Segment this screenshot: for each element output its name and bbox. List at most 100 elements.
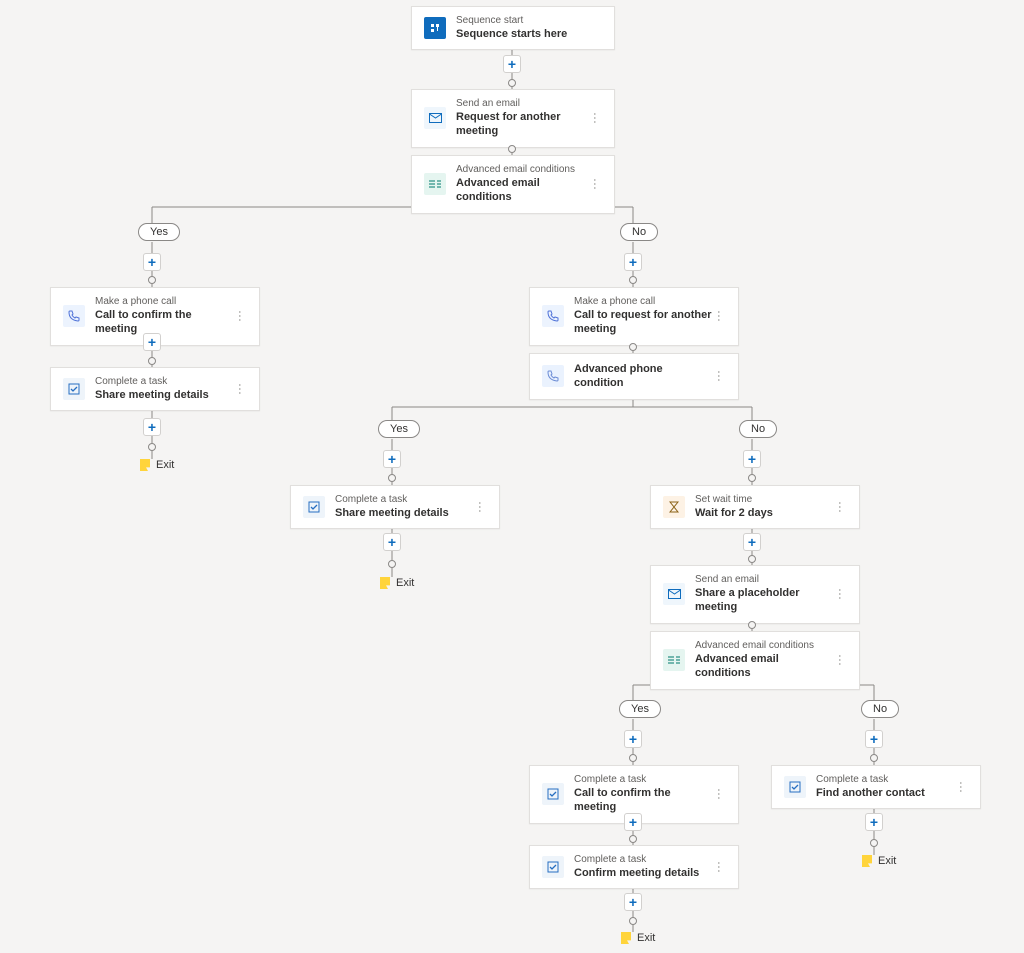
connector-dot [388,560,396,568]
node-title: Call to confirm the meeting [95,308,233,337]
email-condition-node[interactable]: Advanced email conditions Advanced email… [650,631,860,690]
more-menu-icon[interactable]: ⋯ [233,382,247,396]
add-step-button[interactable]: + [624,730,642,748]
connector-dot [870,754,878,762]
email-icon [424,107,446,129]
branch-no-label[interactable]: No [861,700,899,718]
hourglass-icon [663,496,685,518]
branch-yes-label[interactable]: Yes [378,420,420,438]
more-menu-icon[interactable]: ⋯ [473,500,487,514]
connector-dot [148,357,156,365]
task-node[interactable]: Complete a task Share meeting details ⋯ [290,485,500,529]
task-icon [63,378,85,400]
phone-call-node[interactable]: Make a phone call Call to request for an… [529,287,739,346]
add-step-button[interactable]: + [143,253,161,271]
more-menu-icon[interactable]: ⋯ [233,309,247,323]
more-menu-icon[interactable]: ⋯ [588,111,602,125]
add-step-button[interactable]: + [624,813,642,831]
task-node[interactable]: Complete a task Share meeting details ⋯ [50,367,260,411]
more-menu-icon[interactable]: ⋯ [712,309,726,323]
task-icon [542,856,564,878]
branch-no-label[interactable]: No [739,420,777,438]
node-subtitle: Set wait time [695,494,833,506]
send-email-node[interactable]: Send an email Share a placeholder meetin… [650,565,860,624]
exit-marker: Exit [621,932,655,944]
more-menu-icon[interactable]: ⋯ [712,860,726,874]
more-menu-icon[interactable]: ⋯ [712,369,726,383]
add-step-button[interactable]: + [624,253,642,271]
add-step-button[interactable]: + [143,333,161,351]
node-title: Wait for 2 days [695,506,833,520]
node-subtitle: Advanced email conditions [695,640,833,652]
add-step-button[interactable]: + [383,450,401,468]
phone-icon [542,305,564,327]
task-icon [784,776,806,798]
connector-dot [748,621,756,629]
more-menu-icon[interactable]: ⋯ [712,787,726,801]
connector-dot [148,443,156,451]
exit-flag-icon [380,577,390,589]
more-menu-icon[interactable]: ⋯ [588,177,602,191]
more-menu-icon[interactable]: ⋯ [833,500,847,514]
exit-marker: Exit [380,577,414,589]
phone-condition-icon [542,365,564,387]
node-subtitle: Complete a task [574,774,712,786]
node-title: Sequence starts here [456,27,602,41]
node-subtitle: Send an email [695,574,833,586]
condition-icon [663,649,685,671]
sequence-canvas: Sequence start Sequence starts here + Se… [0,0,1024,953]
send-email-node[interactable]: Send an email Request for another meetin… [411,89,615,148]
node-subtitle: Advanced email conditions [456,164,588,176]
node-subtitle: Complete a task [816,774,954,786]
node-subtitle: Complete a task [574,854,712,866]
connector-dot [870,839,878,847]
node-title: Call to request for another meeting [574,308,712,337]
add-step-button[interactable]: + [743,533,761,551]
connector-dot [629,754,637,762]
exit-flag-icon [621,932,631,944]
task-icon [542,783,564,805]
sequence-start-node[interactable]: Sequence start Sequence starts here [411,6,615,50]
exit-marker: Exit [140,459,174,471]
more-menu-icon[interactable]: ⋯ [833,653,847,667]
add-step-button[interactable]: + [865,813,883,831]
connector-dot [629,343,637,351]
branch-yes-label[interactable]: Yes [619,700,661,718]
add-step-button[interactable]: + [143,418,161,436]
more-menu-icon[interactable]: ⋯ [954,780,968,794]
add-step-button[interactable]: + [383,533,401,551]
add-step-button[interactable]: + [865,730,883,748]
connector-dot [629,276,637,284]
email-condition-node[interactable]: Advanced email conditions Advanced email… [411,155,615,214]
phone-condition-node[interactable]: Advanced phone condition ⋯ [529,353,739,400]
connector-dot [508,145,516,153]
email-icon [663,583,685,605]
task-node[interactable]: Complete a task Confirm meeting details … [529,845,739,889]
add-step-button[interactable]: + [743,450,761,468]
connector-dot [508,79,516,87]
node-title: Share meeting details [335,506,473,520]
phone-icon [63,305,85,327]
connector-dot [388,474,396,482]
task-node[interactable]: Complete a task Find another contact ⋯ [771,765,981,809]
exit-marker: Exit [862,855,896,867]
add-step-button[interactable]: + [503,55,521,73]
node-subtitle: Make a phone call [574,296,712,308]
node-title: Request for another meeting [456,110,588,139]
node-subtitle: Send an email [456,98,588,110]
more-menu-icon[interactable]: ⋯ [833,587,847,601]
node-title: Call to confirm the meeting [574,786,712,815]
sequence-start-icon [424,17,446,39]
wait-node[interactable]: Set wait time Wait for 2 days ⋯ [650,485,860,529]
add-step-button[interactable]: + [624,893,642,911]
node-title: Advanced email conditions [695,652,833,681]
node-title: Advanced phone condition [574,362,712,391]
branch-yes-label[interactable]: Yes [138,223,180,241]
connector-dot [629,917,637,925]
condition-icon [424,173,446,195]
node-title: Find another contact [816,786,954,800]
branch-no-label[interactable]: No [620,223,658,241]
node-subtitle: Complete a task [95,376,233,388]
connector-dot [748,474,756,482]
node-subtitle: Make a phone call [95,296,233,308]
